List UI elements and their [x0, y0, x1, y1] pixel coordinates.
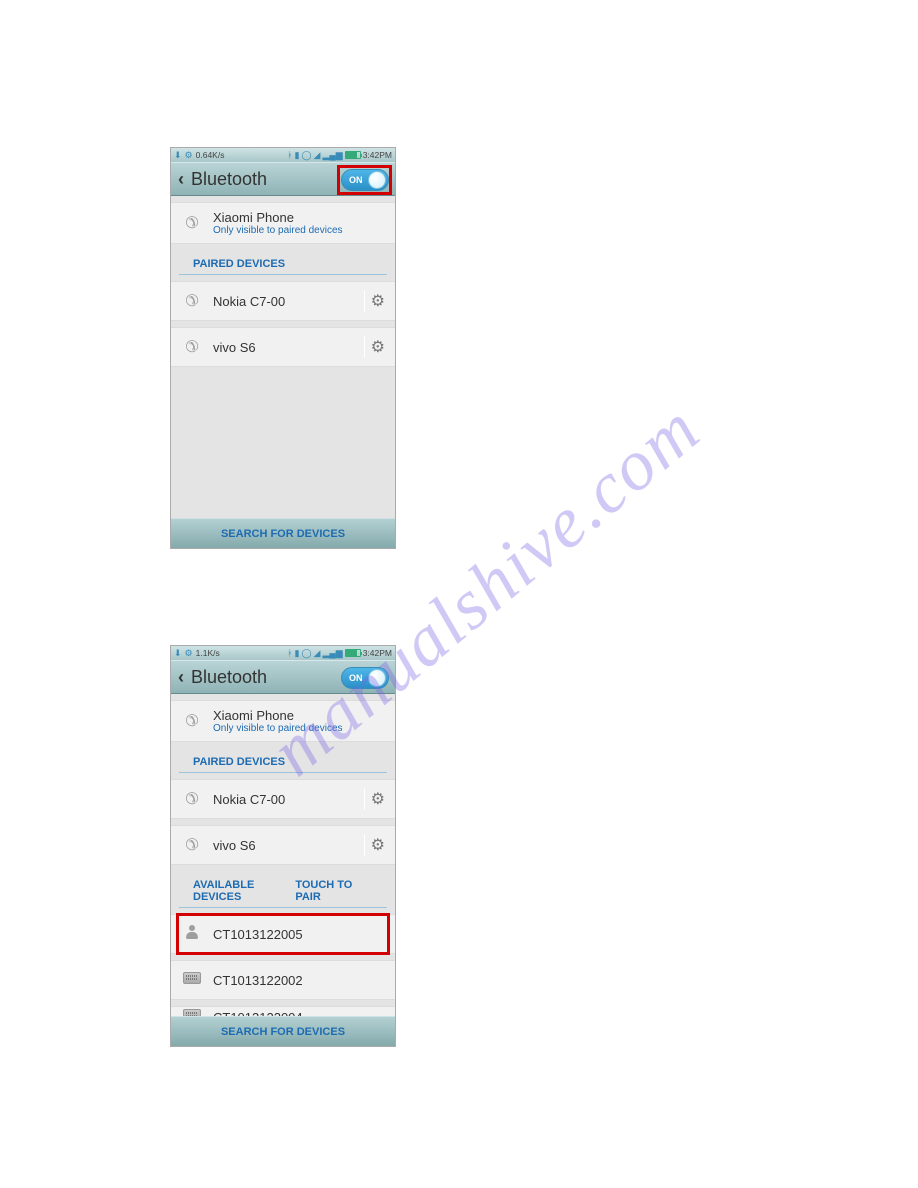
vibrate-icon: ▮ — [295, 150, 300, 161]
status-time: 3:42PM — [363, 150, 392, 160]
device-name: CT1013122005 — [213, 927, 385, 942]
device-name: CT1013122004 — [213, 1010, 385, 1017]
available-devices-label: AVAILABLE DEVICES TOUCH TO PAIR — [179, 869, 387, 908]
device-name: vivo S6 — [213, 340, 364, 355]
divider — [364, 336, 365, 358]
page-title: Bluetooth — [191, 667, 267, 688]
wifi-icon: ◢ — [314, 648, 321, 659]
signal-icon: ▂▄▆ — [322, 648, 342, 659]
paired-device-row[interactable]: ✆ Nokia C7-00 ⚙ — [171, 779, 395, 819]
toggle-label: ON — [349, 175, 363, 185]
phone-screenshot-1: ⬇ ⚙ 0.64K/s ᚼ ▮ ◯ ◢ ▂▄▆ 3:42PM ‹ Bluetoo… — [170, 147, 396, 549]
device-name: Nokia C7-00 — [213, 294, 364, 309]
available-device-row[interactable]: CT1013122002 — [171, 960, 395, 1000]
my-device-subtitle: Only visible to paired devices — [213, 723, 385, 734]
my-device-row[interactable]: ✆ Xiaomi Phone Only visible to paired de… — [171, 202, 395, 244]
my-device-name: Xiaomi Phone — [213, 708, 385, 723]
bluetooth-icon: ᚼ — [287, 150, 292, 160]
download-icon: ⬇ — [174, 648, 182, 659]
divider — [364, 290, 365, 312]
phone-icon: ✆ — [181, 835, 203, 855]
sync-icon: ◯ — [301, 648, 311, 659]
download-icon: ⬇ — [174, 150, 182, 161]
search-devices-button[interactable]: SEARCH FOR DEVICES — [171, 518, 395, 548]
phone-icon: ✆ — [181, 291, 203, 311]
signal-icon: ▂▄▆ — [322, 150, 342, 161]
status-speed: 0.64K/s — [196, 150, 225, 160]
status-bar: ⬇ ⚙ 1.1K/s ᚼ ▮ ◯ ◢ ▂▄▆ 3:42PM — [171, 646, 395, 660]
divider — [364, 788, 365, 810]
my-device-row[interactable]: ✆ Xiaomi Phone Only visible to paired de… — [171, 700, 395, 742]
phone-icon: ✆ — [181, 213, 203, 233]
person-icon — [181, 924, 203, 945]
available-device-row[interactable]: CT1013122005 — [171, 914, 395, 954]
device-name: vivo S6 — [213, 838, 364, 853]
bluetooth-toggle[interactable]: ON — [341, 169, 389, 191]
toggle-label: ON — [349, 673, 363, 683]
available-device-row[interactable]: CT1013122004 — [171, 1006, 395, 1016]
paired-device-row[interactable]: ✆ vivo S6 ⚙ — [171, 825, 395, 865]
device-name: Nokia C7-00 — [213, 792, 364, 807]
status-bar: ⬇ ⚙ 0.64K/s ᚼ ▮ ◯ ◢ ▂▄▆ 3:42PM — [171, 148, 395, 162]
search-devices-button[interactable]: SEARCH FOR DEVICES — [171, 1016, 395, 1046]
header-bar: ‹ Bluetooth ON — [171, 660, 395, 694]
back-button[interactable]: ‹ — [171, 169, 191, 190]
gear-icon[interactable]: ⚙ — [371, 835, 385, 855]
divider — [364, 834, 365, 856]
battery-icon — [345, 151, 361, 159]
debug-icon: ⚙ — [185, 150, 193, 161]
paired-devices-label: PAIRED DEVICES — [179, 248, 387, 275]
my-device-subtitle: Only visible to paired devices — [213, 225, 385, 236]
phone-screenshot-2: ⬇ ⚙ 1.1K/s ᚼ ▮ ◯ ◢ ▂▄▆ 3:42PM ‹ Bluetoot… — [170, 645, 396, 1047]
paired-devices-label: PAIRED DEVICES — [179, 746, 387, 773]
keyboard-icon — [181, 971, 203, 989]
gear-icon[interactable]: ⚙ — [371, 291, 385, 311]
device-name: CT1013122002 — [213, 973, 385, 988]
status-speed: 1.1K/s — [196, 648, 220, 658]
phone-icon: ✆ — [181, 337, 203, 357]
wifi-icon: ◢ — [314, 150, 321, 161]
paired-device-row[interactable]: ✆ vivo S6 ⚙ — [171, 327, 395, 367]
toggle-knob — [368, 669, 386, 687]
gear-icon[interactable]: ⚙ — [371, 337, 385, 357]
header-bar: ‹ Bluetooth ON — [171, 162, 395, 196]
debug-icon: ⚙ — [185, 648, 193, 659]
keyboard-icon — [181, 1008, 203, 1016]
status-time: 3:42PM — [363, 648, 392, 658]
gear-icon[interactable]: ⚙ — [371, 789, 385, 809]
phone-icon: ✆ — [181, 789, 203, 809]
back-button[interactable]: ‹ — [171, 667, 191, 688]
sync-icon: ◯ — [301, 150, 311, 161]
content-area: ✆ Xiaomi Phone Only visible to paired de… — [171, 196, 395, 518]
battery-icon — [345, 649, 361, 657]
paired-device-row[interactable]: ✆ Nokia C7-00 ⚙ — [171, 281, 395, 321]
toggle-knob — [368, 171, 386, 189]
my-device-name: Xiaomi Phone — [213, 210, 385, 225]
phone-icon: ✆ — [181, 711, 203, 731]
bluetooth-icon: ᚼ — [287, 648, 292, 658]
vibrate-icon: ▮ — [295, 648, 300, 659]
page-title: Bluetooth — [191, 169, 267, 190]
bluetooth-toggle[interactable]: ON — [341, 667, 389, 689]
content-area: ✆ Xiaomi Phone Only visible to paired de… — [171, 694, 395, 1016]
